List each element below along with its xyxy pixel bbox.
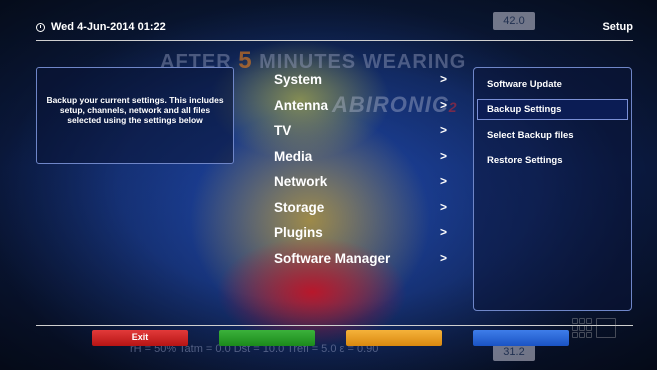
- menu-item-label: Antenna: [274, 97, 328, 113]
- submenu-item-restore-settings[interactable]: Restore Settings: [477, 150, 628, 171]
- chevron-right-icon: >: [440, 148, 448, 163]
- submenu-item-software-update[interactable]: Software Update: [477, 74, 628, 95]
- watermark-number: 5: [238, 47, 253, 74]
- software-manager-submenu: Software Update Backup Settings Select B…: [473, 67, 632, 311]
- menu-item-tv[interactable]: TV >: [274, 119, 454, 145]
- screen-title: Setup: [602, 21, 633, 33]
- header-bar: Wed 4-Jun-2014 01:22 Setup: [0, 0, 657, 42]
- description-text: Backup your current settings. This inclu…: [46, 95, 224, 125]
- chevron-right-icon: >: [440, 199, 448, 214]
- menu-item-label: Network: [274, 174, 328, 189]
- menu-item-media[interactable]: Media >: [274, 145, 454, 171]
- blue-key-button[interactable]: [473, 330, 569, 346]
- menu-item-label: TV: [274, 123, 292, 138]
- menu-item-label: Plugins: [274, 225, 323, 240]
- chevron-right-icon: >: [440, 123, 448, 137]
- menu-item-label: Software Manager: [274, 250, 391, 266]
- chevron-right-icon: >: [440, 97, 448, 112]
- main-menu: System > Antenna > TV > Media > Network …: [274, 68, 454, 272]
- chevron-right-icon: >: [440, 174, 448, 188]
- footer-divider: [36, 325, 633, 326]
- menu-item-software-manager[interactable]: Software Manager >: [274, 247, 454, 273]
- clock-icon: [36, 22, 45, 32]
- keypad-icon: [572, 318, 618, 338]
- menu-item-system[interactable]: System >: [274, 68, 454, 94]
- menu-item-label: Media: [274, 148, 313, 164]
- submenu-item-select-backup-files[interactable]: Select Backup files: [477, 125, 628, 146]
- chevron-right-icon: >: [440, 250, 448, 265]
- yellow-key-button[interactable]: [346, 330, 442, 346]
- chevron-right-icon: >: [440, 72, 448, 86]
- datetime: Wed 4-Jun-2014 01:22: [36, 21, 166, 33]
- menu-item-antenna[interactable]: Antenna >: [274, 94, 454, 120]
- exit-button[interactable]: Exit: [92, 330, 188, 346]
- menu-item-label: System: [274, 72, 323, 87]
- datetime-text: Wed 4-Jun-2014 01:22: [51, 21, 166, 33]
- chevron-right-icon: >: [440, 225, 448, 239]
- menu-item-network[interactable]: Network >: [274, 170, 454, 196]
- submenu-item-backup-settings[interactable]: Backup Settings: [477, 99, 628, 120]
- setup-screen: AFTER 5 MINUTES WEARING ABIRONIC2 42.0 3…: [0, 0, 657, 370]
- menu-item-storage[interactable]: Storage >: [274, 196, 454, 222]
- header-divider: [36, 40, 633, 41]
- exit-button-label: Exit: [131, 332, 149, 342]
- menu-item-label: Storage: [274, 199, 325, 215]
- green-key-button[interactable]: [219, 330, 315, 346]
- menu-item-plugins[interactable]: Plugins >: [274, 221, 454, 247]
- description-panel: Backup your current settings. This inclu…: [36, 67, 234, 164]
